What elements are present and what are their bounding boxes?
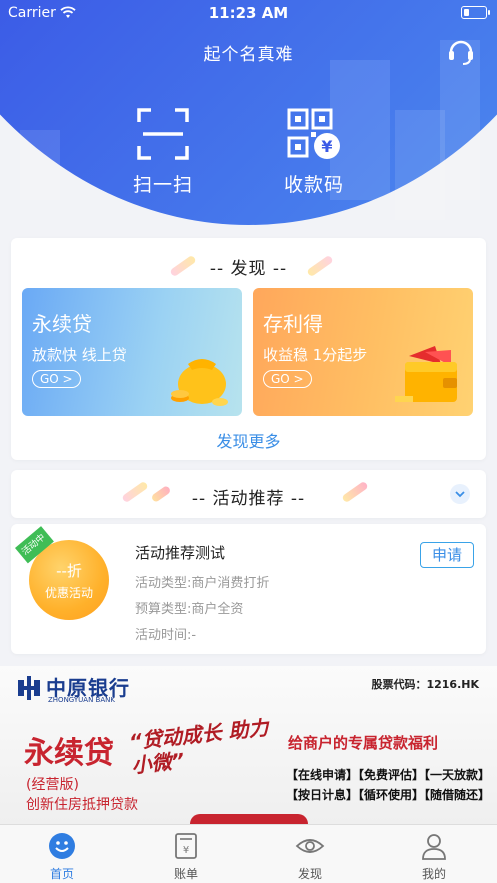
activity-card[interactable]: --折 优惠活动 活动中 活动推荐测试 活动类型:商户消费打折 预算类型:商户全… [11, 524, 486, 654]
promo-card-cunlide[interactable]: 存利得 收益稳 1分起步 GO > [253, 288, 473, 416]
promo-banner[interactable]: 中原银行 ZHONGYUAN BANK 股票代码：1216.HK 永续贷 “贷动… [0, 666, 497, 824]
user-icon [422, 834, 446, 860]
banner-slogan: “贷动成长 助力小微” [127, 715, 270, 778]
banner-tags-row-2: 【按日计息】【循环使用】【随借随还】 [286, 788, 491, 802]
page-title: 起个名真难 [203, 45, 294, 65]
eye-icon [295, 839, 325, 853]
apply-button[interactable]: 申请 [420, 542, 474, 568]
bank-english-name: ZHONGYUAN BANK [48, 696, 115, 704]
activity-type: 活动类型:商户消费打折 [135, 576, 270, 591]
banner-description: 创新住房抵押贷款 [26, 797, 138, 813]
scan-button[interactable]: 扫一扫 [108, 108, 218, 197]
headset-icon[interactable] [447, 36, 475, 66]
scan-label: 扫一扫 [132, 174, 193, 196]
wallet-icon [395, 346, 457, 402]
tab-home[interactable]: 首页 [22, 831, 102, 882]
home-smile-icon [49, 833, 75, 859]
payment-code-button[interactable]: ¥ 收款码 [259, 108, 369, 197]
bank-logo-icon [18, 676, 40, 700]
tab-bills[interactable]: ¥ 账单 [146, 831, 226, 882]
chevron-down-icon [455, 491, 465, 498]
promo-subtitle: 放款快 线上贷 [32, 346, 127, 364]
banner-right-title: 给商户的专属贷款福利 [288, 734, 439, 752]
promo-title: 存利得 [263, 312, 323, 336]
money-bag-icon [171, 359, 228, 406]
tab-label: 首页 [49, 867, 74, 881]
activity-title: 活动推荐测试 [135, 544, 226, 562]
banner-tags-row-1: 【在线申请】【免费评估】【一天放款】 [286, 768, 491, 782]
discover-section: -- 发现 -- 永续贷 放款快 线上贷 GO > 存利得 收益稳 1分起步 G… [11, 238, 486, 460]
banner-type: (经营版) [26, 777, 79, 793]
discount-value: --折 [56, 562, 82, 580]
bill-icon: ¥ [175, 833, 197, 859]
tab-bar: 首页 ¥ 账单 发现 我的 [0, 824, 497, 883]
discount-label: 优惠活动 [44, 586, 93, 600]
activity-budget: 预算类型:商户全资 [135, 602, 244, 617]
qr-pay-icon: ¥ [287, 108, 340, 159]
header: Carrier 11:23 AM 起个名真难 扫一扫 ¥ 收款码 [0, 0, 497, 240]
svg-text:¥: ¥ [183, 845, 189, 856]
scan-icon [137, 108, 189, 160]
tab-discover[interactable]: 发现 [270, 831, 350, 882]
clock: 11:23 AM [208, 4, 289, 22]
tab-label: 发现 [297, 867, 322, 881]
go-button[interactable]: GO > [263, 370, 312, 388]
go-button[interactable]: GO > [32, 370, 81, 388]
discover-title: -- 发现 -- [209, 259, 288, 279]
stock-code: 股票代码：1216.HK [371, 678, 479, 691]
activity-section-title: -- 活动推荐 -- [191, 489, 306, 509]
banner-button [190, 814, 308, 824]
activity-time: 活动时间:- [135, 628, 197, 643]
battery-icon [461, 6, 490, 19]
expand-button[interactable] [450, 484, 470, 504]
activity-section-header[interactable]: -- 活动推荐 -- [11, 470, 486, 518]
tab-label: 我的 [421, 867, 446, 881]
svg-text:¥: ¥ [321, 137, 332, 156]
discover-more-link[interactable]: 发现更多 [11, 428, 486, 452]
payment-code-label: 收款码 [283, 174, 344, 196]
tab-label: 账单 [173, 867, 198, 881]
tab-mine[interactable]: 我的 [394, 831, 474, 882]
status-bar: Carrier 11:23 AM [0, 0, 497, 26]
banner-title: 永续贷 [24, 736, 114, 771]
promo-title: 永续贷 [32, 312, 92, 336]
promo-card-yongxudai[interactable]: 永续贷 放款快 线上贷 GO > [22, 288, 242, 416]
promo-subtitle: 收益稳 1分起步 [263, 346, 368, 364]
